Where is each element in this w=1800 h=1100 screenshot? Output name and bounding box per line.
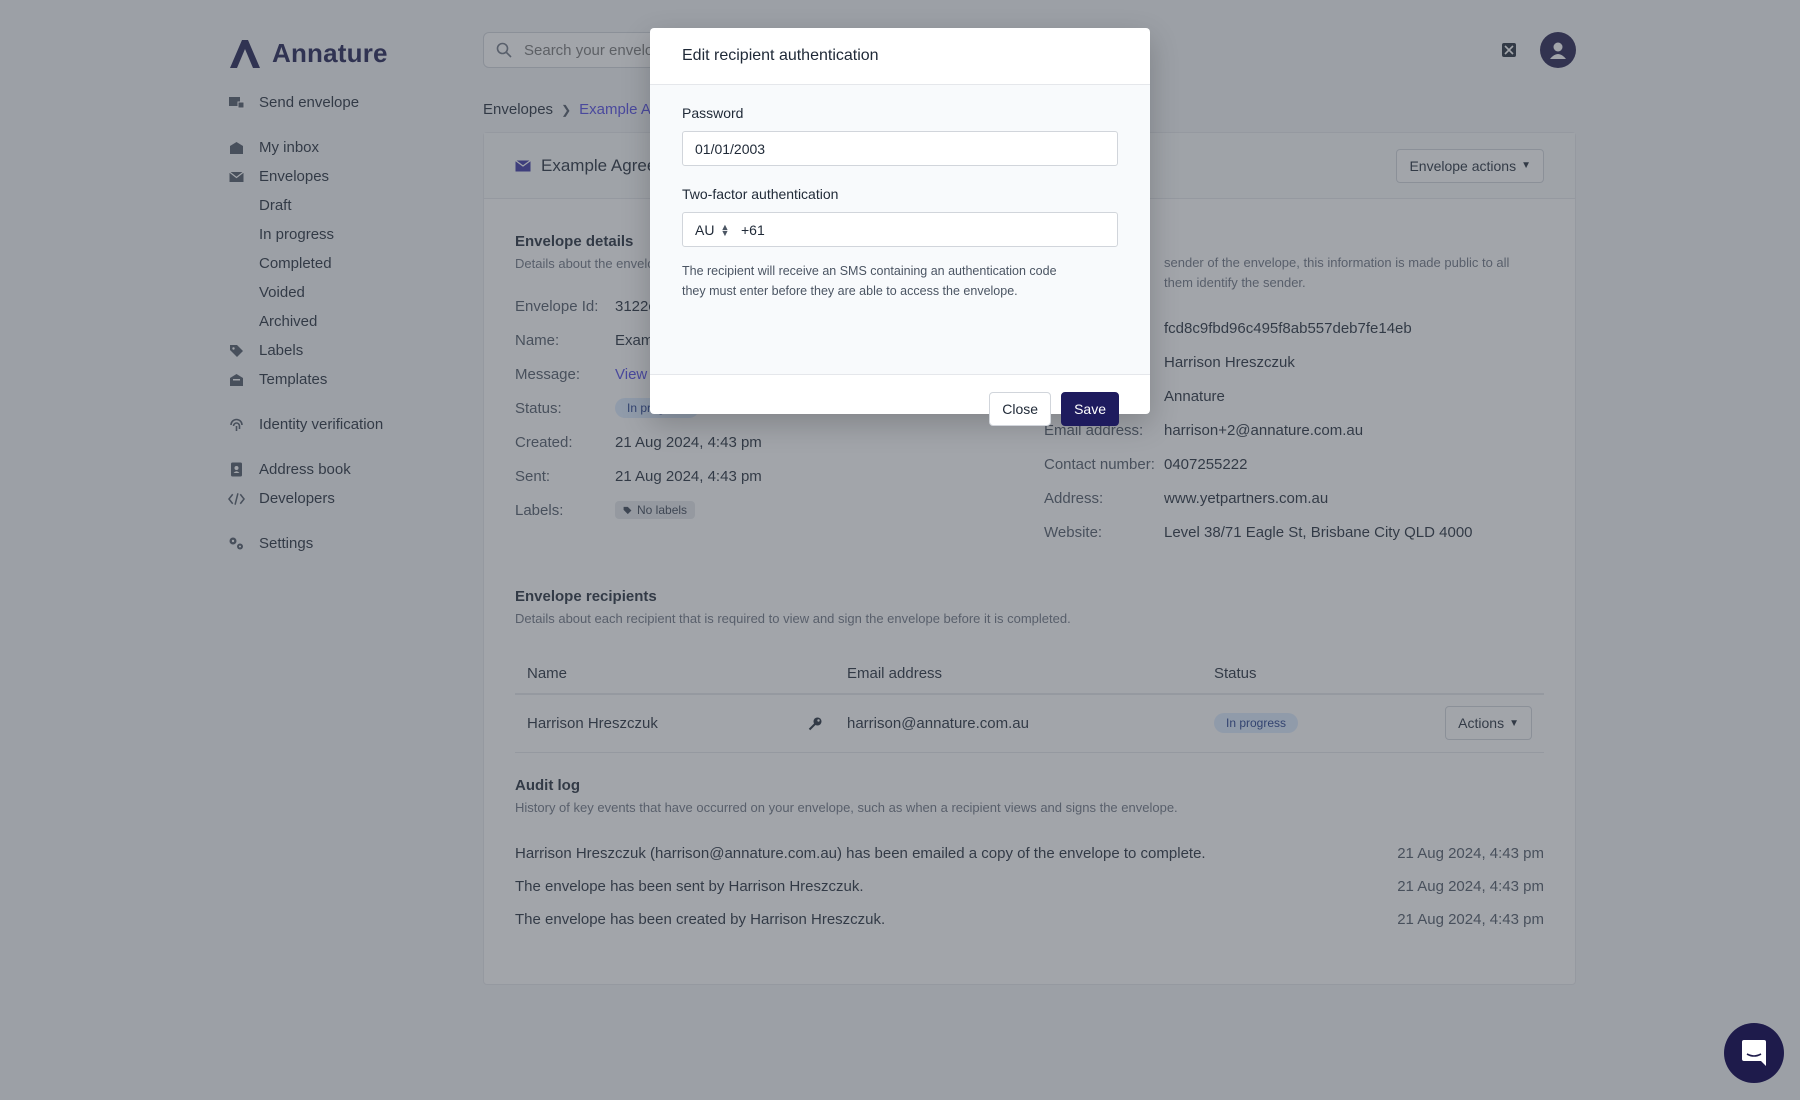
dialog-body: Password Two-factor authentication AU ▲▼… (650, 85, 1150, 375)
save-button[interactable]: Save (1061, 392, 1119, 426)
dialog-title: Edit recipient authentication (650, 28, 1150, 85)
dialog-footer: Close Save (650, 390, 1150, 428)
two-factor-label: Two-factor authentication (682, 186, 839, 202)
password-label: Password (682, 105, 744, 121)
close-button[interactable]: Close (989, 392, 1052, 426)
help-line-1: The recipient will receive an SMS contai… (682, 264, 1057, 278)
help-line-2: they must enter before they are able to … (682, 284, 1018, 298)
two-factor-help-text: The recipient will receive an SMS contai… (682, 261, 1118, 301)
country-code-value: AU (695, 221, 715, 238)
select-arrows-icon: ▲ ▼ (720, 221, 730, 238)
chat-launcher-button[interactable] (1724, 1023, 1784, 1083)
edit-recipient-authentication-dialog: Edit recipient authentication Password T… (650, 28, 1150, 426)
chat-icon (1742, 1040, 1766, 1066)
phone-field[interactable]: AU ▲ ▼ (682, 212, 1118, 247)
country-code-select[interactable]: AU ▲ ▼ (695, 222, 741, 238)
password-field[interactable] (682, 131, 1118, 166)
phone-number-input[interactable] (741, 221, 1081, 238)
